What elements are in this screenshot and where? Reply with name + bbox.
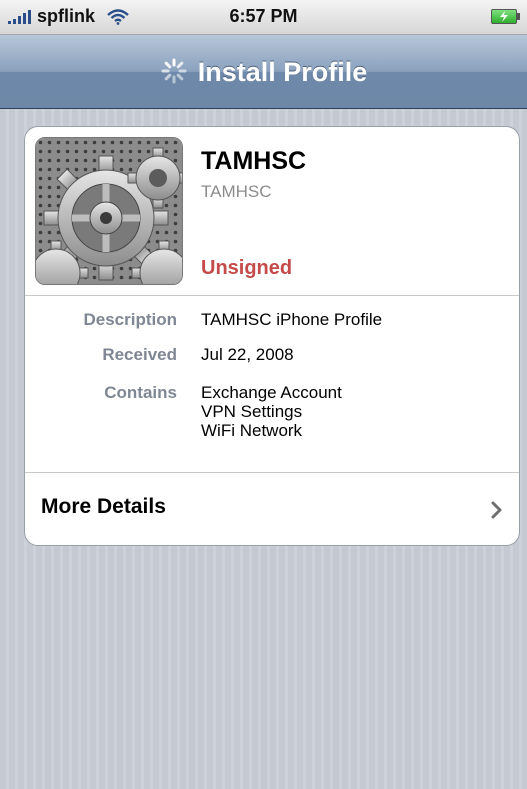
contains-value: Exchange Account <box>201 383 342 402</box>
more-details-button[interactable]: More Details <box>25 473 519 545</box>
detail-value: TAMHSC iPhone Profile <box>201 310 382 329</box>
received-value: Jul 22, 2008 <box>201 345 294 364</box>
detail-value: Jul 22, 2008 <box>201 345 294 364</box>
page-title: Install Profile <box>0 57 527 88</box>
settings-gears-icon <box>35 137 183 285</box>
detail-value: Exchange Account VPN Settings WiFi Netwo… <box>201 383 342 440</box>
description-value: TAMHSC iPhone Profile <box>201 310 383 329</box>
status-bar: spflink 6:57 PM <box>0 0 527 35</box>
profile-organization: TAMHSC <box>201 182 272 201</box>
contains-value: VPN Settings <box>201 402 303 421</box>
signature-status: Unsigned <box>201 257 293 279</box>
profile-card: TAMHSC TAMHSC Unsigned Description TAMHS… <box>24 126 520 546</box>
detail-label: Contains <box>104 383 177 402</box>
status-time: 6:57 PM <box>229 6 298 26</box>
detail-label: Description <box>83 310 177 329</box>
contains-value: WiFi Network <box>201 421 303 440</box>
page-title-text: Install Profile <box>197 57 368 87</box>
navigation-bar: Install Profile <box>0 35 527 109</box>
battery-charging-icon <box>491 9 520 24</box>
chevron-right-icon <box>491 501 502 519</box>
detail-label: Received <box>102 345 177 364</box>
loading-spinner-icon <box>161 58 187 84</box>
profile-name: TAMHSC <box>201 147 307 175</box>
divider <box>25 295 519 296</box>
more-details-label: More Details <box>41 495 166 518</box>
